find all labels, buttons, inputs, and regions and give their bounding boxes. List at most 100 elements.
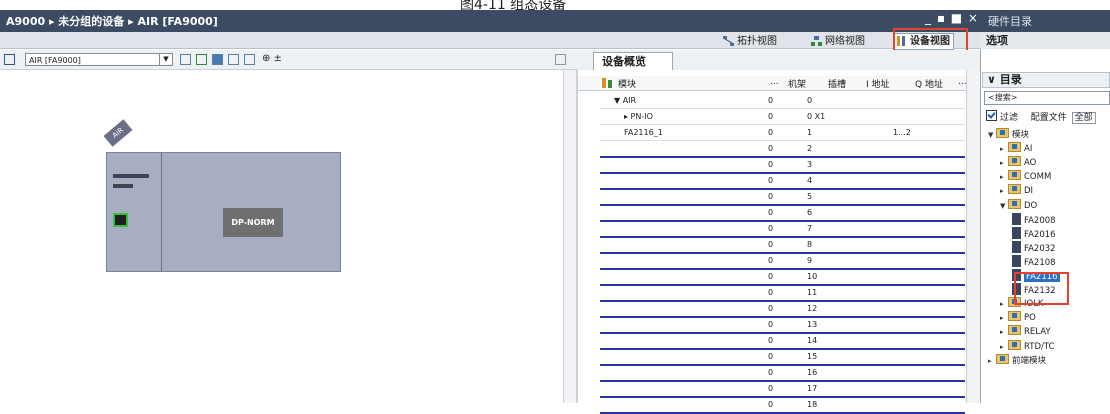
table-row[interactable]: 04 bbox=[600, 176, 965, 190]
topology-view-label: 拓扑视图 bbox=[737, 36, 777, 47]
cell-slot: 5 bbox=[807, 192, 813, 201]
table-row[interactable]: 03 bbox=[600, 160, 965, 174]
col-header-module[interactable]: 模块 bbox=[618, 77, 636, 90]
table-scrollbar[interactable] bbox=[966, 70, 980, 403]
table-row[interactable]: 07 bbox=[600, 224, 965, 238]
catalog-folder-item[interactable]: ▸ AO bbox=[1000, 156, 1036, 169]
device-nav-icon[interactable] bbox=[4, 54, 15, 65]
table-row[interactable]: FA2116_1 0 1 1...2 bbox=[600, 128, 965, 141]
edit-icon[interactable] bbox=[212, 54, 223, 65]
network-icon bbox=[811, 36, 822, 46]
cell-slot: 10 bbox=[807, 272, 818, 281]
cell-rack: 0 bbox=[768, 256, 774, 265]
catalog-folder-item[interactable]: ▸ 前端模块 bbox=[988, 353, 1046, 368]
cell-rack: 0 bbox=[768, 288, 774, 297]
table-row[interactable]: 0 13 bbox=[600, 320, 965, 334]
table-row[interactable]: 0 14 bbox=[600, 336, 965, 350]
grid-icon[interactable] bbox=[180, 54, 191, 65]
catalog-folder-item[interactable]: ▸ RTD/TC bbox=[1000, 339, 1055, 354]
module-catalog-icon[interactable] bbox=[196, 54, 207, 65]
table-row[interactable]: 0 10 bbox=[600, 272, 965, 286]
col-header-q-address[interactable]: Q 地址 bbox=[915, 77, 943, 90]
ethernet-port-icon[interactable] bbox=[113, 213, 128, 227]
collapsed-icon[interactable]: ▸ bbox=[1000, 326, 1008, 339]
table-row[interactable]: 0 18 bbox=[600, 400, 965, 414]
tree-item-label: DI bbox=[1024, 186, 1034, 197]
col-header-rack[interactable]: 机架 bbox=[788, 77, 806, 90]
table-row[interactable]: 08 bbox=[600, 240, 965, 254]
catalog-module-item[interactable]: FA2008 bbox=[1012, 212, 1056, 226]
window-controls[interactable]: _ ▪ ■ × bbox=[925, 11, 979, 25]
profile-select[interactable]: 全部 bbox=[1071, 112, 1096, 124]
catalog-folder-item[interactable]: ▸ DI bbox=[1000, 184, 1033, 197]
table-row[interactable]: 0 11 bbox=[600, 288, 965, 302]
table-icon[interactable] bbox=[228, 54, 239, 65]
cell-slot: 18 bbox=[807, 400, 818, 409]
cell-module: ▼ AIR bbox=[614, 96, 637, 105]
layout-icon[interactable] bbox=[244, 54, 255, 65]
catalog-folder-item[interactable]: ▸ AI bbox=[1000, 142, 1032, 155]
collapsed-icon[interactable]: ▸ bbox=[1000, 312, 1008, 325]
collapsed-icon[interactable]: ▸ bbox=[1000, 185, 1008, 198]
catalog-header[interactable]: ∨ 目录 bbox=[982, 72, 1110, 88]
collapsed-icon[interactable]: ▸ bbox=[1000, 171, 1008, 184]
catalog-module-item[interactable]: FA2032 bbox=[1012, 240, 1056, 254]
col-header-more[interactable]: ... bbox=[770, 77, 779, 87]
tab-device-overview[interactable]: 设备概览 bbox=[593, 52, 673, 70]
network-view-button[interactable]: 网络视图 bbox=[808, 33, 869, 50]
cell-slot: 15 bbox=[807, 352, 818, 361]
table-row[interactable]: 0 15 bbox=[600, 352, 965, 366]
tree-item-label: AI bbox=[1024, 144, 1033, 155]
zoom-icon[interactable]: ⊕ ± bbox=[262, 53, 282, 64]
collapsed-icon[interactable]: ▸ bbox=[1000, 298, 1008, 311]
catalog-folder-item[interactable]: ▼ DO bbox=[1000, 198, 1037, 213]
table-row[interactable]: 09 bbox=[600, 256, 965, 270]
collapsed-icon[interactable]: ▸ bbox=[1000, 143, 1008, 156]
col-header-i-address[interactable]: I 地址 bbox=[866, 77, 890, 90]
collapsed-icon[interactable]: ▸ bbox=[988, 355, 996, 368]
catalog-folder-item[interactable]: ▼ 模块 bbox=[988, 128, 1029, 141]
cell-rack: 0 bbox=[768, 272, 774, 281]
cell-rack: 0 bbox=[768, 144, 774, 153]
topology-view-button[interactable]: 拓扑视图 bbox=[720, 33, 781, 50]
cell-rack: 0 bbox=[768, 192, 774, 201]
catalog-module-item[interactable]: FA2108 bbox=[1012, 254, 1056, 268]
table-row[interactable]: ▼ AIR 0 0 bbox=[600, 96, 965, 109]
collapse-pane-icon[interactable] bbox=[555, 54, 566, 65]
catalog-folder-item[interactable]: ▸ RELAY bbox=[1000, 325, 1051, 338]
pane-splitter[interactable] bbox=[563, 70, 577, 403]
catalog-folder-item[interactable]: ▸ PO bbox=[1000, 311, 1036, 324]
cell-rack: 0 bbox=[768, 320, 774, 329]
table-row[interactable]: 02 bbox=[600, 144, 965, 158]
breadcrumb[interactable]: A9000 ▸ 未分组的设备 ▸ AIR [FA9000] bbox=[6, 13, 218, 29]
table-row[interactable]: ▸ PN-IO 0 0 X1 bbox=[600, 112, 965, 125]
cell-rack: 0 bbox=[768, 304, 774, 313]
tree-item-label: FA2016 bbox=[1024, 229, 1056, 240]
expanded-icon[interactable]: ▼ bbox=[988, 129, 996, 142]
chevron-down-icon[interactable]: ∨ bbox=[987, 73, 1000, 86]
table-row[interactable]: 05 bbox=[600, 192, 965, 206]
dp-norm-module[interactable]: DP-NORM bbox=[223, 208, 283, 237]
options-title: 选项 bbox=[980, 32, 1110, 49]
collapsed-icon[interactable]: ▸ bbox=[1000, 341, 1008, 354]
expanded-icon[interactable]: ▼ bbox=[1000, 200, 1008, 213]
catalog-folder-item[interactable]: ▸ COMM bbox=[1000, 170, 1051, 183]
table-row[interactable]: 0 12 bbox=[600, 304, 965, 318]
device-rack[interactable]: DP-NORM bbox=[106, 152, 341, 272]
filter-checkbox[interactable] bbox=[986, 110, 997, 121]
cell-slot: 17 bbox=[807, 384, 818, 393]
col-header-slot[interactable]: 插槽 bbox=[828, 77, 846, 90]
table-row[interactable]: 0 17 bbox=[600, 384, 965, 398]
chevron-down-icon[interactable]: ▼ bbox=[159, 54, 172, 65]
table-row[interactable]: 06 bbox=[600, 208, 965, 222]
cell-slot: 0 bbox=[807, 96, 813, 105]
table-row[interactable]: 0 16 bbox=[600, 368, 965, 382]
folder-icon bbox=[1008, 142, 1021, 153]
device-selector[interactable]: AIR [FA9000] ▼ bbox=[25, 53, 173, 66]
cell-module: ▸ PN-IO bbox=[624, 112, 653, 121]
collapsed-icon[interactable]: ▸ bbox=[1000, 157, 1008, 170]
filter-label: 过滤 bbox=[999, 113, 1018, 123]
catalog-search-input[interactable]: <搜索> bbox=[984, 91, 1110, 105]
catalog-module-item[interactable]: FA2016 bbox=[1012, 226, 1056, 240]
head-module[interactable] bbox=[107, 153, 162, 271]
